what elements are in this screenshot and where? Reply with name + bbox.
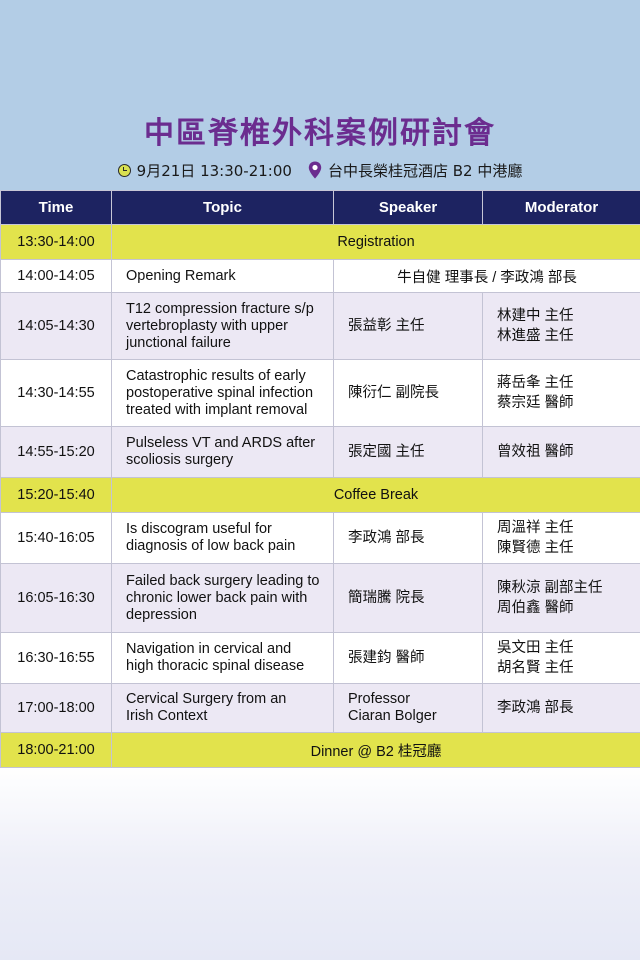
- moderator-cell: 李政鴻 部長: [482, 683, 640, 733]
- event-title: 中區脊椎外科案例研討會: [144, 116, 496, 151]
- speaker-cell: Professor Ciaran Bolger: [333, 683, 483, 733]
- moderator-cell: 周溫祥 主任 陳賢德 主任: [482, 512, 640, 564]
- column-header-topic: Topic: [111, 190, 334, 225]
- speaker-line: Professor: [348, 691, 411, 707]
- moderator-name: 胡名賢 主任: [497, 660, 574, 676]
- topic-line: junctional failure: [126, 334, 231, 351]
- time-cell: 14:00-14:05: [0, 259, 112, 293]
- schedule-table: Time Topic Speaker Moderator 13:30-14:00…: [0, 190, 640, 768]
- topic-cell: Is discogram useful for diagnosis of low…: [111, 512, 334, 564]
- event-info: 9月21日 13:30-21:00 台中長榮桂冠酒店 B2 中港廳: [0, 158, 640, 182]
- time-cell: 18:00-21:00: [0, 732, 112, 768]
- speaker-cell: 張定國 主任: [333, 426, 483, 478]
- moderator-name: 周伯鑫 醫師: [497, 600, 574, 616]
- table-row: 16:30-16:55 Navigation in cervical and h…: [0, 632, 640, 684]
- moderator-name: 陳賢德 主任: [497, 540, 574, 556]
- moderator-cell: 吳文田 主任 胡名賢 主任: [482, 632, 640, 684]
- time-cell: 13:30-14:00: [0, 224, 112, 260]
- topic-line: high thoracic spinal disease: [126, 658, 305, 674]
- topic-cell: Failed back surgery leading to chronic l…: [111, 563, 334, 633]
- topic-line: diagnosis of low back pain: [126, 538, 296, 554]
- topic-line: Catastrophic results of early: [126, 367, 306, 384]
- header-banner: 中區脊椎外科案例研討會 9月21日 13:30-21:00 台中長榮桂冠酒店 B…: [0, 0, 640, 190]
- topic-line: Cervical Surgery from an: [126, 691, 287, 707]
- session-cell: Dinner @ B2 桂冠廳: [111, 732, 640, 768]
- column-header-time: Time: [0, 190, 112, 225]
- topic-cell: Navigation in cervical and high thoracic…: [111, 632, 334, 684]
- topic-cell: Catastrophic results of early postoperat…: [111, 359, 334, 427]
- moderator-name: 蔡宗廷 醫師: [497, 395, 574, 411]
- session-cell: Coffee Break: [111, 477, 640, 513]
- speaker-cell: 陳衍仁 副院長: [333, 359, 483, 427]
- table-row: 13:30-14:00 Registration: [0, 224, 640, 260]
- speaker-line: Ciaran Bolger: [348, 708, 437, 724]
- table-row: 18:00-21:00 Dinner @ B2 桂冠廳: [0, 732, 640, 768]
- time-cell: 15:40-16:05: [0, 512, 112, 564]
- table-row: 15:20-15:40 Coffee Break: [0, 477, 640, 513]
- topic-line: depression: [126, 606, 197, 623]
- topic-line: Navigation in cervical and: [126, 641, 292, 657]
- table-row: 14:05-14:30 T12 compression fracture s/p…: [0, 292, 640, 360]
- table-row: 14:00-14:05 Opening Remark 牛自健 理事長 / 李政鴻…: [0, 259, 640, 293]
- topic-line: chronic lower back pain with: [126, 589, 308, 606]
- table-row: 14:30-14:55 Catastrophic results of earl…: [0, 359, 640, 427]
- session-cell: Registration: [111, 224, 640, 260]
- moderator-name: 吳文田 主任: [497, 640, 574, 656]
- table-header-row: Time Topic Speaker Moderator: [0, 190, 640, 225]
- time-cell: 17:00-18:00: [0, 683, 112, 733]
- moderator-cell: 曾效祖 醫師: [482, 426, 640, 478]
- event-datetime: 9月21日 13:30-21:00: [136, 161, 292, 180]
- moderator-cell: 蔣岳夆 主任 蔡宗廷 醫師: [482, 359, 640, 427]
- time-cell: 14:30-14:55: [0, 359, 112, 427]
- moderator-cell: 陳秋涼 副部主任 周伯鑫 醫師: [482, 563, 640, 633]
- topic-cell: T12 compression fracture s/p vertebropla…: [111, 292, 334, 360]
- time-cell: 14:05-14:30: [0, 292, 112, 360]
- table-row: 16:05-16:30 Failed back surgery leading …: [0, 563, 640, 633]
- clock-icon: [117, 163, 131, 177]
- speaker-cell: 簡瑞騰 院長: [333, 563, 483, 633]
- moderator-name: 林進盛 主任: [497, 328, 574, 344]
- topic-line: Irish Context: [126, 708, 208, 724]
- topic-line: Failed back surgery leading to: [126, 572, 320, 589]
- time-cell: 15:20-15:40: [0, 477, 112, 513]
- moderator-name: 林建中 主任: [497, 308, 574, 324]
- topic-line: postoperative spinal infection: [126, 384, 314, 401]
- topic-line: Is discogram useful for: [126, 521, 272, 537]
- time-cell: 14:55-15:20: [0, 426, 112, 478]
- moderator-name: 李政鴻 部長: [497, 700, 574, 716]
- time-cell: 16:05-16:30: [0, 563, 112, 633]
- table-row: 15:40-16:05 Is discogram useful for diag…: [0, 512, 640, 564]
- topic-line: scoliosis surgery: [126, 452, 234, 468]
- topic-cell: Pulseless VT and ARDS after scoliosis su…: [111, 426, 334, 478]
- moderator-name: 蔣岳夆 主任: [497, 375, 574, 391]
- speaker-cell: 張建鈞 醫師: [333, 632, 483, 684]
- table-row: 17:00-18:00 Cervical Surgery from an Iri…: [0, 683, 640, 733]
- speaker-cell: 牛自健 理事長 / 李政鴻 部長: [333, 259, 640, 293]
- event-venue: 台中長榮桂冠酒店 B2 中港廳: [327, 161, 523, 180]
- topic-cell: Opening Remark: [111, 259, 334, 293]
- column-header-moderator: Moderator: [482, 190, 640, 225]
- moderator-cell: 林建中 主任 林進盛 主任: [482, 292, 640, 360]
- moderator-name: 曾效祖 醫師: [497, 444, 574, 460]
- topic-cell: Cervical Surgery from an Irish Context: [111, 683, 334, 733]
- speaker-cell: 張益彰 主任: [333, 292, 483, 360]
- topic-line: Pulseless VT and ARDS after: [126, 435, 316, 451]
- location-pin-icon: [308, 161, 322, 179]
- speaker-cell: 李政鴻 部長: [333, 512, 483, 564]
- topic-line: T12 compression fracture s/p: [126, 300, 314, 317]
- moderator-name: 周溫祥 主任: [497, 520, 574, 536]
- table-row: 14:55-15:20 Pulseless VT and ARDS after …: [0, 426, 640, 478]
- time-cell: 16:30-16:55: [0, 632, 112, 684]
- topic-line: vertebroplasty with upper: [126, 317, 288, 334]
- topic-line: treated with implant removal: [126, 401, 308, 418]
- column-header-speaker: Speaker: [333, 190, 483, 225]
- moderator-name: 陳秋涼 副部主任: [497, 580, 603, 596]
